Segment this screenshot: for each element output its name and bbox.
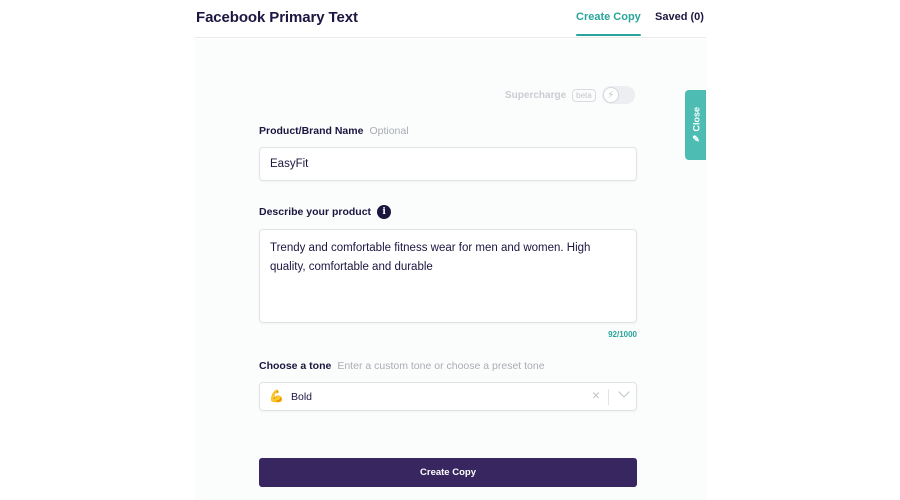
tab-saved[interactable]: Saved (0) <box>655 11 704 23</box>
description-textarea[interactable]: Trendy and comfortable fitness wear for … <box>259 229 637 323</box>
select-divider <box>608 389 609 405</box>
supercharge-label: Supercharge <box>505 89 567 101</box>
description-label: Describe your product i <box>259 205 392 219</box>
char-count: 92/1000 <box>608 330 637 339</box>
close-tab-button[interactable]: ✎ Close <box>685 90 706 160</box>
flexed-biceps-icon: 💪 <box>269 389 284 403</box>
product-name-value: EasyFit <box>270 158 309 170</box>
tone-select[interactable]: 💪 Bold × <box>259 382 637 411</box>
supercharge-control: Supercharge beta ⚡︎ <box>505 86 635 104</box>
header: Facebook Primary Text Create Copy Saved … <box>195 0 706 38</box>
product-name-label-text: Product/Brand Name <box>259 125 364 137</box>
info-icon[interactable]: i <box>377 205 392 219</box>
product-name-input[interactable]: EasyFit <box>259 147 637 181</box>
beta-badge: beta <box>572 88 596 102</box>
tone-label-text: Choose a tone <box>259 360 332 372</box>
product-name-hint: Optional <box>369 125 409 137</box>
chevron-down-icon[interactable] <box>618 386 630 398</box>
pencil-icon: ✎ <box>691 133 700 144</box>
description-value: Trendy and comfortable fitness wear for … <box>270 242 591 273</box>
description-label-text: Describe your product <box>259 205 372 218</box>
product-name-label: Product/Brand Name Optional <box>259 125 409 137</box>
tone-selected-value: Bold <box>291 391 313 403</box>
close-label: Close <box>690 106 701 132</box>
page-title: Facebook Primary Text <box>196 9 358 26</box>
tab-create-copy[interactable]: Create Copy <box>576 11 641 36</box>
supercharge-toggle[interactable]: ⚡︎ <box>601 86 635 104</box>
create-copy-button[interactable]: Create Copy <box>259 458 637 487</box>
clear-icon[interactable]: × <box>592 387 600 403</box>
tone-label: Choose a tone Enter a custom tone or choo… <box>259 360 545 372</box>
tone-hint: Enter a custom tone or choose a preset t… <box>337 360 545 372</box>
lightning-icon: ⚡︎ <box>602 87 619 103</box>
